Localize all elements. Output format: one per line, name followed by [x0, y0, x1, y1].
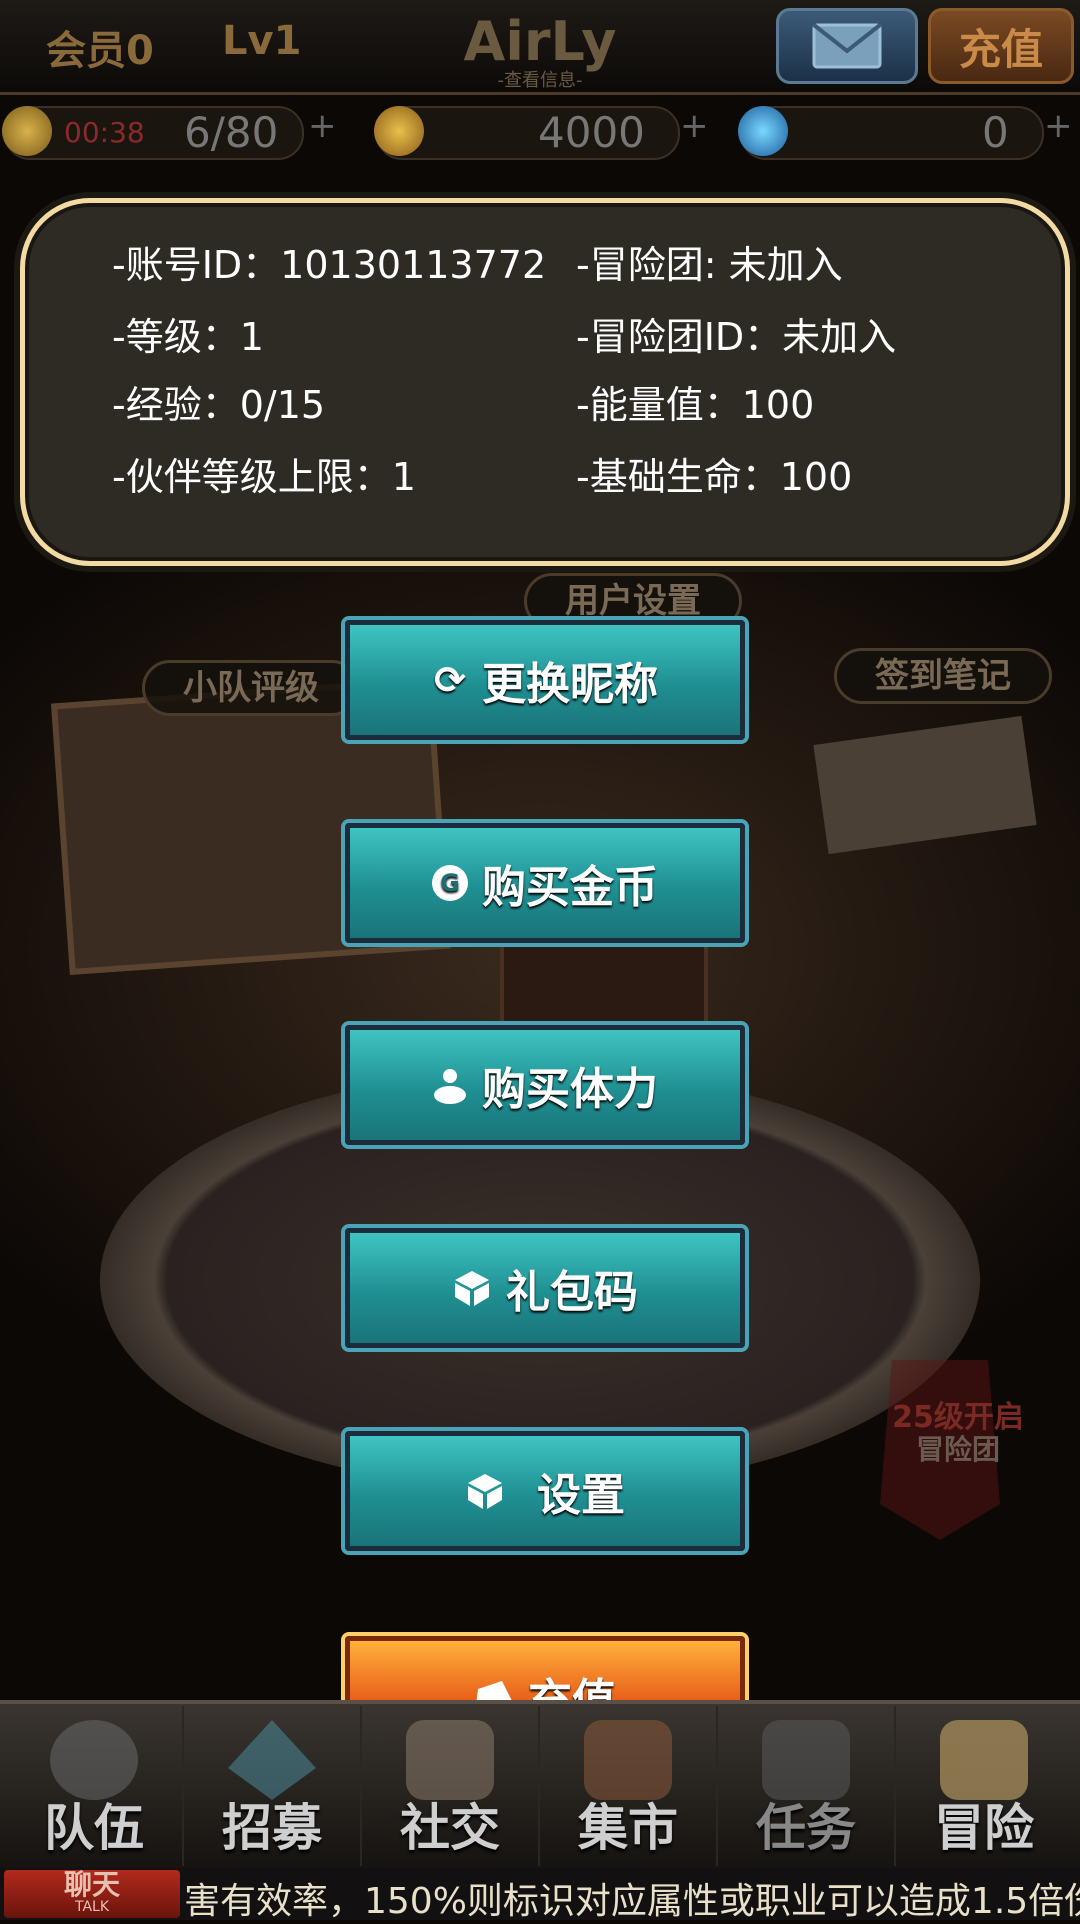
chat-button[interactable]: 聊天 TALK — [4, 1870, 180, 1918]
stamina-value: 6/80 — [184, 108, 279, 157]
stamina-icon — [2, 106, 52, 156]
buy-stamina-button[interactable]: 购买体力 — [345, 1025, 745, 1145]
gift-code-button[interactable]: 礼包码 — [345, 1228, 745, 1348]
base-hp: -基础生命：100 — [576, 455, 853, 499]
nav-team-label: 队伍 — [44, 1799, 144, 1857]
rename-label: 更换昵称 — [482, 659, 658, 710]
player-exp: -经验：0/15 — [112, 383, 326, 427]
gift-code-label: 礼包码 — [506, 1267, 638, 1318]
stamina-timer: 00:38 — [64, 116, 145, 149]
energy-value: -能量值：100 — [576, 383, 815, 427]
buy-gold-button[interactable]: G 购买金币 — [345, 823, 745, 943]
account-id: -账号ID：10130113772 — [112, 243, 547, 287]
open-book-icon — [813, 715, 1037, 855]
diamond-value: 0 — [982, 108, 1009, 157]
guild-status: -冒险团: 未加入 — [576, 243, 843, 287]
player-name[interactable]: AirLy — [380, 10, 700, 73]
nav-market-label: 集市 — [578, 1799, 678, 1857]
buy-gold-label: 购买金币 — [482, 862, 658, 913]
nav-quest-label: 任务 — [756, 1799, 856, 1857]
diamond-icon — [738, 106, 788, 156]
chat-label-en: TALK — [74, 1899, 110, 1915]
stamina-bar: 00:38 6/80 — [2, 106, 304, 160]
add-gold-button[interactable]: + — [680, 106, 709, 146]
nav-adventure[interactable]: 冒险 — [896, 1706, 1072, 1866]
nav-quest[interactable]: 任务 — [718, 1706, 896, 1866]
view-info-link[interactable]: -查看信息- — [380, 66, 700, 92]
nav-social-label: 社交 — [400, 1799, 500, 1857]
buy-stamina-label: 购买体力 — [482, 1064, 658, 1115]
partner-level-cap: -伙伴等级上限：1 — [112, 455, 416, 499]
player-level-label: Lv1 — [222, 18, 302, 64]
settings-label: 设置 — [537, 1470, 625, 1521]
cube-icon — [455, 1271, 489, 1306]
nav-team[interactable]: 队伍 — [6, 1706, 184, 1866]
vip-level-label[interactable]: 会员0 — [46, 18, 154, 76]
gold-g-icon: G — [432, 865, 468, 901]
settings-button[interactable]: 设置 — [345, 1431, 745, 1551]
mail-button[interactable] — [776, 8, 918, 84]
player-level: -等级：1 — [112, 315, 264, 359]
guild-label[interactable]: 冒险团 — [888, 1428, 1028, 1468]
add-diamond-button[interactable]: + — [1044, 106, 1073, 146]
nav-adventure-label: 冒险 — [934, 1799, 1034, 1857]
cube-icon — [468, 1474, 502, 1509]
checkin-notes-tab[interactable]: 签到笔记 — [834, 648, 1052, 704]
guild-id: -冒险团ID：未加入 — [576, 315, 897, 359]
chat-label: 聊天 — [63, 1868, 120, 1901]
gold-value: 4000 — [538, 108, 645, 157]
envelope-icon — [812, 23, 882, 69]
add-stamina-button[interactable]: + — [308, 106, 337, 146]
gold-bar: 4000 — [374, 106, 680, 160]
nav-recruit-label: 招募 — [222, 1799, 322, 1857]
nav-market[interactable]: 集市 — [540, 1706, 718, 1866]
gold-coin-icon — [374, 106, 424, 156]
refresh-icon: ⟳ — [434, 658, 466, 702]
chat-ticker: 害有效率，150%则标识对应属性或职业可以造成1.5倍伤害 — [184, 1881, 1080, 1922]
recharge-top-button[interactable]: 充值 — [928, 8, 1074, 84]
nav-social[interactable]: 社交 — [362, 1706, 540, 1866]
stamina-drop-icon — [434, 1069, 466, 1104]
team-rating-tab[interactable]: 小队评级 — [142, 660, 360, 716]
rename-button[interactable]: ⟳ 更换昵称 — [345, 620, 745, 740]
nav-recruit[interactable]: 招募 — [184, 1706, 362, 1866]
diamond-bar: 0 — [738, 106, 1044, 160]
